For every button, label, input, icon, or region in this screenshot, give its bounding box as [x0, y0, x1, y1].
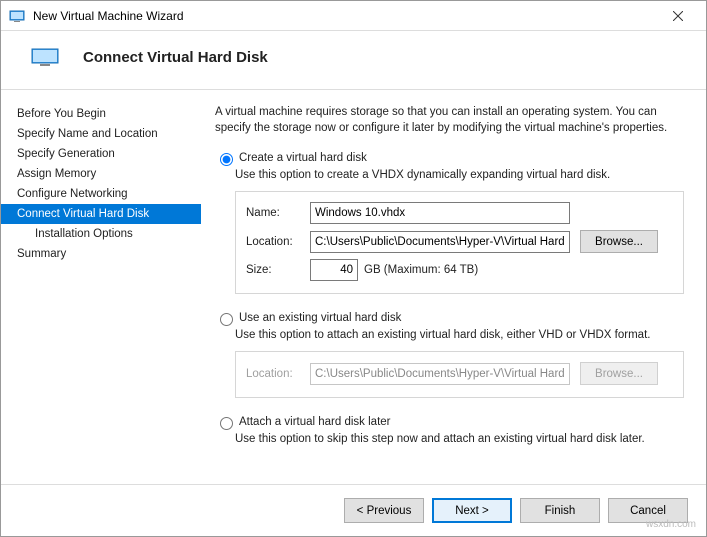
step-sidebar: Before You Begin Specify Name and Locati…	[1, 90, 201, 484]
wizard-window: New Virtual Machine Wizard Connect Virtu…	[0, 0, 707, 537]
sidebar-item-before-you-begin[interactable]: Before You Begin	[1, 104, 201, 124]
create-vhd-group: Name: Location: Browse... Size: GB (Maxi…	[235, 191, 684, 294]
option-create-vhd-desc: Use this option to create a VHDX dynamic…	[235, 169, 684, 181]
sidebar-item-assign-memory[interactable]: Assign Memory	[1, 164, 201, 184]
size-suffix: GB (Maximum: 64 TB)	[364, 264, 478, 276]
existing-location-label: Location:	[246, 368, 310, 380]
close-button[interactable]	[658, 2, 698, 30]
page-header: Connect Virtual Hard Disk	[1, 31, 706, 90]
sidebar-item-installation-options[interactable]: Installation Options	[1, 224, 201, 244]
sidebar-item-specify-generation[interactable]: Specify Generation	[1, 144, 201, 164]
next-button[interactable]: Next >	[432, 498, 512, 523]
radio-attach-later-label: Attach a virtual hard disk later	[239, 416, 391, 428]
header-icon	[29, 47, 61, 67]
footer: < Previous Next > Finish Cancel	[1, 484, 706, 536]
existing-location-input	[310, 363, 570, 385]
option-attach-later[interactable]: Attach a virtual hard disk later	[215, 414, 684, 430]
intro-text: A virtual machine requires storage so th…	[215, 104, 684, 136]
sidebar-item-configure-networking[interactable]: Configure Networking	[1, 184, 201, 204]
option-existing-vhd[interactable]: Use an existing virtual hard disk	[215, 310, 684, 326]
size-label: Size:	[246, 264, 310, 276]
sidebar-item-connect-vhd[interactable]: Connect Virtual Hard Disk	[1, 204, 201, 224]
body: Before You Begin Specify Name and Locati…	[1, 90, 706, 484]
existing-vhd-group: Location: Browse...	[235, 351, 684, 398]
finish-button[interactable]: Finish	[520, 498, 600, 523]
sidebar-item-specify-name[interactable]: Specify Name and Location	[1, 124, 201, 144]
existing-browse-button: Browse...	[580, 362, 658, 385]
browse-button[interactable]: Browse...	[580, 230, 658, 253]
radio-create-vhd-label: Create a virtual hard disk	[239, 152, 367, 164]
option-create-vhd[interactable]: Create a virtual hard disk	[215, 150, 684, 166]
location-input[interactable]	[310, 231, 570, 253]
sidebar-item-summary[interactable]: Summary	[1, 244, 201, 264]
window-title: New Virtual Machine Wizard	[33, 9, 658, 23]
size-input[interactable]	[310, 259, 358, 281]
option-existing-vhd-desc: Use this option to attach an existing vi…	[235, 329, 684, 341]
option-attach-later-desc: Use this option to skip this step now an…	[235, 433, 684, 445]
radio-existing-vhd-label: Use an existing virtual hard disk	[239, 312, 401, 324]
content-pane: A virtual machine requires storage so th…	[201, 90, 706, 484]
watermark: wsxdn.com	[646, 519, 696, 530]
previous-button[interactable]: < Previous	[344, 498, 424, 523]
name-input[interactable]	[310, 202, 570, 224]
app-icon	[9, 8, 25, 24]
titlebar: New Virtual Machine Wizard	[1, 1, 706, 31]
radio-create-vhd[interactable]	[220, 153, 233, 166]
radio-attach-later[interactable]	[220, 417, 233, 430]
radio-existing-vhd[interactable]	[220, 313, 233, 326]
name-label: Name:	[246, 207, 310, 219]
location-label: Location:	[246, 236, 310, 248]
page-title: Connect Virtual Hard Disk	[83, 49, 268, 66]
